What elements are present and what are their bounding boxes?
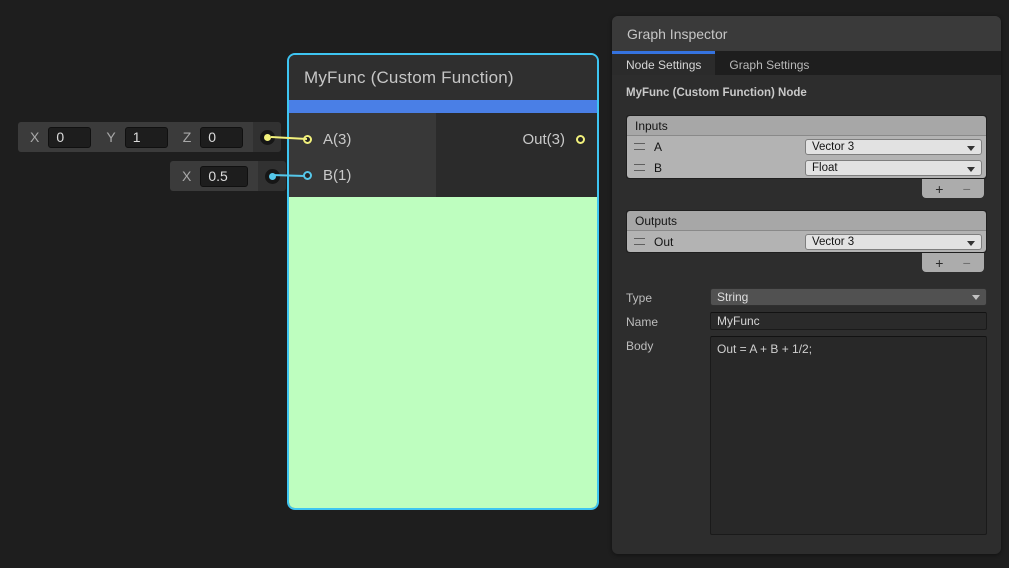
name-label: Name (626, 312, 710, 330)
port-row-a: A(3) (289, 121, 436, 157)
float-connector-cell[interactable] (258, 161, 286, 191)
tab-graph-settings[interactable]: Graph Settings (715, 51, 823, 75)
node-title: MyFunc (Custom Function) (289, 55, 597, 100)
inspector-titlebar[interactable]: Graph Inspector (612, 16, 1001, 51)
port-b-label: B(1) (323, 167, 351, 184)
port-row-b: B(1) (289, 157, 436, 193)
shader-graph-canvas: X Y Z X MyFunc (Custom Function) (0, 0, 1009, 568)
vector3-z-field[interactable] (200, 127, 243, 148)
outputs-list-footer: + − (626, 253, 987, 272)
float-x-label: X (182, 168, 191, 184)
type-property-row: Type String (626, 288, 987, 306)
port-a-ring-icon[interactable] (303, 135, 312, 144)
vector3-input-widget: X Y Z (18, 122, 281, 152)
inputs-row-b-type-dropdown[interactable]: Float (805, 160, 982, 176)
outputs-remove-button[interactable]: − (957, 256, 977, 270)
outputs-list-header: Outputs (627, 211, 986, 231)
port-a-label: A(3) (323, 131, 351, 148)
float-x-field[interactable] (200, 166, 248, 187)
type-label: Type (626, 288, 710, 306)
graph-inspector-panel: Graph Inspector Node Settings Graph Sett… (612, 16, 1001, 554)
inputs-add-button[interactable]: + (929, 182, 949, 196)
node-output-ports: Out(3) (436, 113, 597, 197)
dropdown-arrow-icon (972, 295, 980, 300)
vector3-y-label: Y (106, 129, 115, 145)
port-out-label: Out(3) (522, 131, 565, 148)
float-connector-socket (265, 169, 280, 184)
vector3-fields: X Y Z (18, 122, 253, 152)
node-settings-heading: MyFunc (Custom Function) Node (626, 87, 987, 99)
inputs-row-b[interactable]: B Float (627, 157, 986, 178)
dropdown-arrow-icon (967, 167, 975, 172)
float-fields: X (170, 161, 258, 191)
node-port-area: A(3) B(1) Out(3) (289, 113, 597, 197)
body-label: Body (626, 336, 710, 535)
outputs-add-button[interactable]: + (929, 256, 949, 270)
inputs-list: Inputs A Vector 3 B Float (626, 115, 987, 179)
inputs-row-a[interactable]: A Vector 3 (627, 136, 986, 157)
drag-handle-icon[interactable] (634, 238, 645, 245)
drag-handle-icon[interactable] (634, 143, 645, 150)
float-input-widget: X (170, 161, 286, 191)
outputs-row-out-name: Out (654, 235, 673, 249)
port-out-ring-icon[interactable] (576, 135, 585, 144)
name-property-row: Name (626, 312, 987, 330)
outputs-row-out-type-dropdown[interactable]: Vector 3 (805, 234, 982, 250)
drag-handle-icon[interactable] (634, 164, 645, 171)
name-field[interactable] (710, 312, 987, 330)
port-row-out: Out(3) (436, 121, 597, 157)
vector3-connector-cell[interactable] (253, 122, 281, 152)
vector3-x-field[interactable] (48, 127, 91, 148)
custom-function-node[interactable]: MyFunc (Custom Function) A(3) B(1) Out(3… (287, 53, 599, 510)
outputs-row-out[interactable]: Out Vector 3 (627, 231, 986, 252)
inputs-row-b-name: B (654, 161, 662, 175)
inputs-list-footer: + − (626, 179, 987, 198)
vector3-connector-dot-icon (264, 134, 271, 141)
node-color-band (289, 100, 597, 113)
port-b-ring-icon[interactable] (303, 171, 312, 180)
vector3-y-field[interactable] (125, 127, 168, 148)
type-dropdown[interactable]: String (710, 288, 987, 306)
node-preview (289, 197, 597, 508)
dropdown-arrow-icon (967, 146, 975, 151)
outputs-row-out-type-value: Vector 3 (812, 236, 854, 248)
node-input-ports: A(3) B(1) (289, 113, 436, 197)
inspector-tabs: Node Settings Graph Settings (612, 51, 1001, 75)
vector3-x-label: X (30, 129, 39, 145)
inputs-list-header: Inputs (627, 116, 986, 136)
vector3-connector-socket (260, 130, 275, 145)
type-value: String (717, 290, 748, 304)
inputs-row-a-type-value: Vector 3 (812, 141, 854, 153)
tab-node-settings[interactable]: Node Settings (612, 51, 715, 75)
inputs-row-a-name: A (654, 140, 662, 154)
float-connector-dot-icon (269, 173, 276, 180)
body-field[interactable]: Out = A + B + 1/2; (710, 336, 987, 535)
inspector-body: MyFunc (Custom Function) Node Inputs A V… (612, 75, 1001, 553)
inputs-remove-button[interactable]: − (957, 182, 977, 196)
vector3-z-label: Z (183, 129, 192, 145)
inputs-row-a-type-dropdown[interactable]: Vector 3 (805, 139, 982, 155)
body-property-row: Body Out = A + B + 1/2; (626, 336, 987, 535)
inspector-title: Graph Inspector (627, 26, 727, 42)
inputs-row-b-type-value: Float (812, 162, 838, 174)
outputs-list: Outputs Out Vector 3 (626, 210, 987, 253)
dropdown-arrow-icon (967, 241, 975, 246)
